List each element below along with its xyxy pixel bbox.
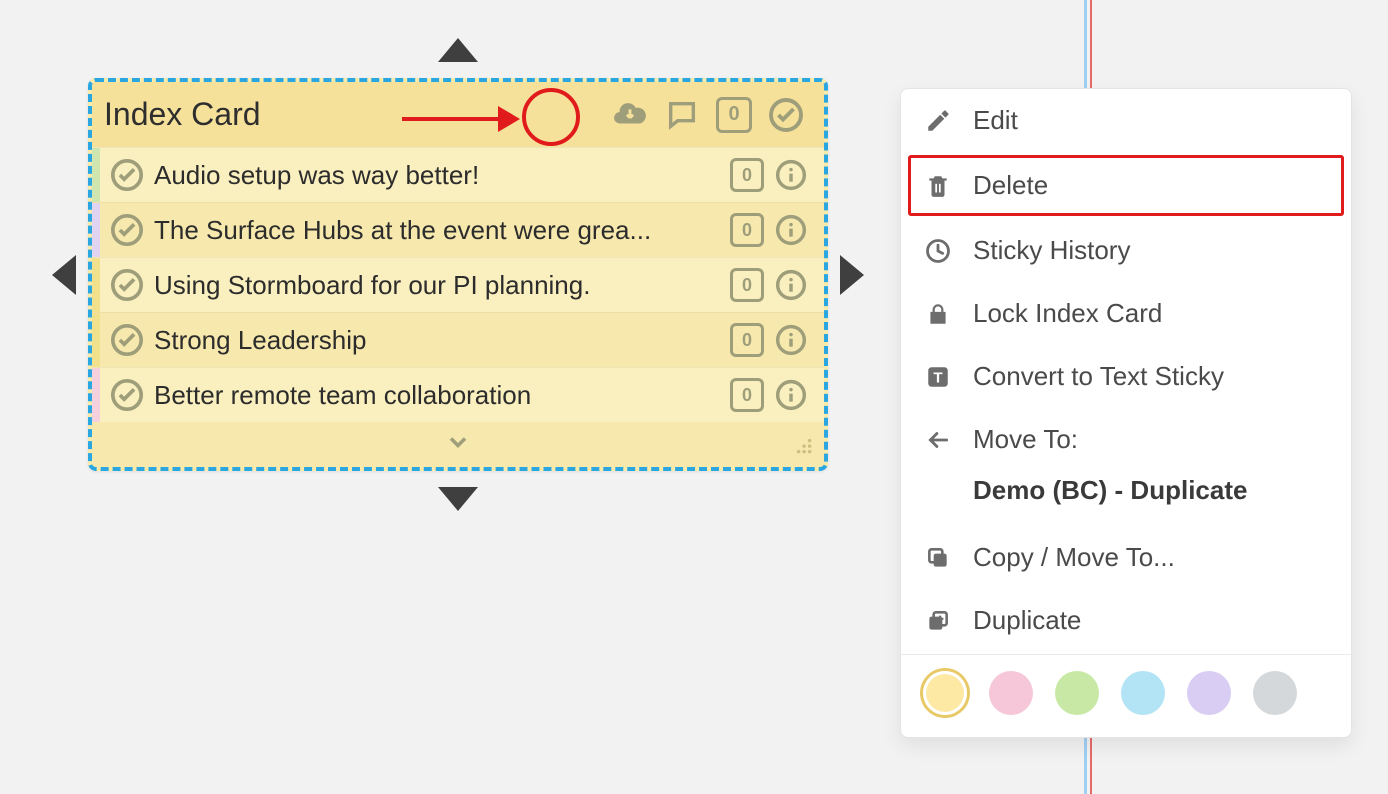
row-text: Using Stormboard for our PI planning. bbox=[146, 270, 730, 301]
download-icon[interactable] bbox=[612, 97, 648, 133]
index-card[interactable]: Index Card 0 Audio setup was way bbox=[88, 78, 828, 471]
card-row[interactable]: The Surface Hubs at the event were grea.… bbox=[92, 202, 824, 257]
card-row[interactable]: Better remote team collaboration 0 bbox=[92, 367, 824, 422]
info-icon[interactable] bbox=[774, 268, 808, 302]
row-text: The Surface Hubs at the event were grea.… bbox=[146, 215, 730, 246]
row-color-stripe bbox=[92, 258, 100, 312]
row-text: Audio setup was way better! bbox=[146, 160, 730, 191]
menu-move-target[interactable]: Demo (BC) - Duplicate bbox=[901, 471, 1351, 526]
annotation-circle bbox=[522, 88, 580, 146]
menu-label: Duplicate bbox=[973, 605, 1081, 636]
complete-icon[interactable] bbox=[768, 97, 804, 133]
check-icon[interactable] bbox=[108, 376, 146, 414]
history-icon bbox=[923, 236, 953, 266]
chevron-down-icon[interactable] bbox=[444, 428, 472, 461]
card-row[interactable]: Strong Leadership 0 bbox=[92, 312, 824, 367]
card-footer bbox=[92, 422, 824, 467]
swatch-purple[interactable] bbox=[1187, 671, 1231, 715]
menu-label: Sticky History bbox=[973, 235, 1130, 266]
row-color-stripe bbox=[92, 313, 100, 367]
color-swatches bbox=[901, 655, 1351, 737]
menu-label: Lock Index Card bbox=[973, 298, 1162, 329]
svg-text:T: T bbox=[933, 369, 943, 386]
row-text: Strong Leadership bbox=[146, 325, 730, 356]
row-count-badge[interactable]: 0 bbox=[730, 213, 764, 247]
check-icon[interactable] bbox=[108, 321, 146, 359]
resize-handle-down[interactable] bbox=[438, 487, 478, 511]
card-row[interactable]: Using Stormboard for our PI planning. 0 bbox=[92, 257, 824, 312]
swatch-pink[interactable] bbox=[989, 671, 1033, 715]
swatch-blue[interactable] bbox=[1121, 671, 1165, 715]
menu-edit[interactable]: Edit bbox=[901, 89, 1351, 152]
check-icon[interactable] bbox=[108, 156, 146, 194]
row-color-stripe bbox=[92, 368, 100, 422]
check-icon[interactable] bbox=[108, 266, 146, 304]
row-count-badge[interactable]: 0 bbox=[730, 378, 764, 412]
swatch-gray[interactable] bbox=[1253, 671, 1297, 715]
menu-copy-move[interactable]: Copy / Move To... bbox=[901, 526, 1351, 589]
copy-icon bbox=[923, 543, 953, 573]
resize-handle-up[interactable] bbox=[438, 38, 478, 62]
row-count-badge[interactable]: 0 bbox=[730, 158, 764, 192]
info-icon[interactable] bbox=[774, 158, 808, 192]
menu-label: Copy / Move To... bbox=[973, 542, 1175, 573]
row-count-badge[interactable]: 0 bbox=[730, 268, 764, 302]
pencil-icon bbox=[923, 106, 953, 136]
menu-lock[interactable]: Lock Index Card bbox=[901, 282, 1351, 345]
resize-handle-right[interactable] bbox=[840, 255, 864, 295]
lock-icon bbox=[923, 299, 953, 329]
menu-label: Convert to Text Sticky bbox=[973, 361, 1224, 392]
menu-move-to[interactable]: Move To: bbox=[901, 408, 1351, 471]
row-text: Better remote team collaboration bbox=[146, 380, 730, 411]
row-color-stripe bbox=[92, 203, 100, 257]
resize-handle-left[interactable] bbox=[52, 255, 76, 295]
card-header: Index Card 0 bbox=[92, 82, 824, 147]
context-menu: Edit Delete Sticky History Lock Index Ca… bbox=[900, 88, 1352, 738]
info-icon[interactable] bbox=[774, 378, 808, 412]
info-icon[interactable] bbox=[774, 323, 808, 357]
text-icon: T bbox=[923, 362, 953, 392]
info-icon[interactable] bbox=[774, 213, 808, 247]
header-count-badge[interactable]: 0 bbox=[716, 97, 752, 133]
menu-history[interactable]: Sticky History bbox=[901, 219, 1351, 282]
card-title: Index Card bbox=[104, 96, 261, 133]
swatch-green[interactable] bbox=[1055, 671, 1099, 715]
duplicate-icon bbox=[923, 606, 953, 636]
card-row[interactable]: Audio setup was way better! 0 bbox=[92, 147, 824, 202]
menu-label: Edit bbox=[973, 105, 1018, 136]
check-icon[interactable] bbox=[108, 211, 146, 249]
menu-convert[interactable]: T Convert to Text Sticky bbox=[901, 345, 1351, 408]
swatch-yellow[interactable] bbox=[923, 671, 967, 715]
row-count-badge[interactable]: 0 bbox=[730, 323, 764, 357]
resize-grip-icon[interactable] bbox=[792, 434, 814, 461]
card-rows: Audio setup was way better! 0 The Surfac… bbox=[92, 147, 824, 422]
annotation-arrow bbox=[402, 110, 520, 128]
menu-label: Move To: bbox=[973, 424, 1078, 455]
trash-icon bbox=[923, 171, 953, 201]
arrow-left-icon bbox=[923, 425, 953, 455]
row-color-stripe bbox=[92, 148, 100, 202]
menu-label: Delete bbox=[973, 170, 1048, 201]
comment-icon[interactable] bbox=[664, 97, 700, 133]
menu-delete[interactable]: Delete bbox=[907, 154, 1345, 217]
menu-duplicate[interactable]: Duplicate bbox=[901, 589, 1351, 652]
